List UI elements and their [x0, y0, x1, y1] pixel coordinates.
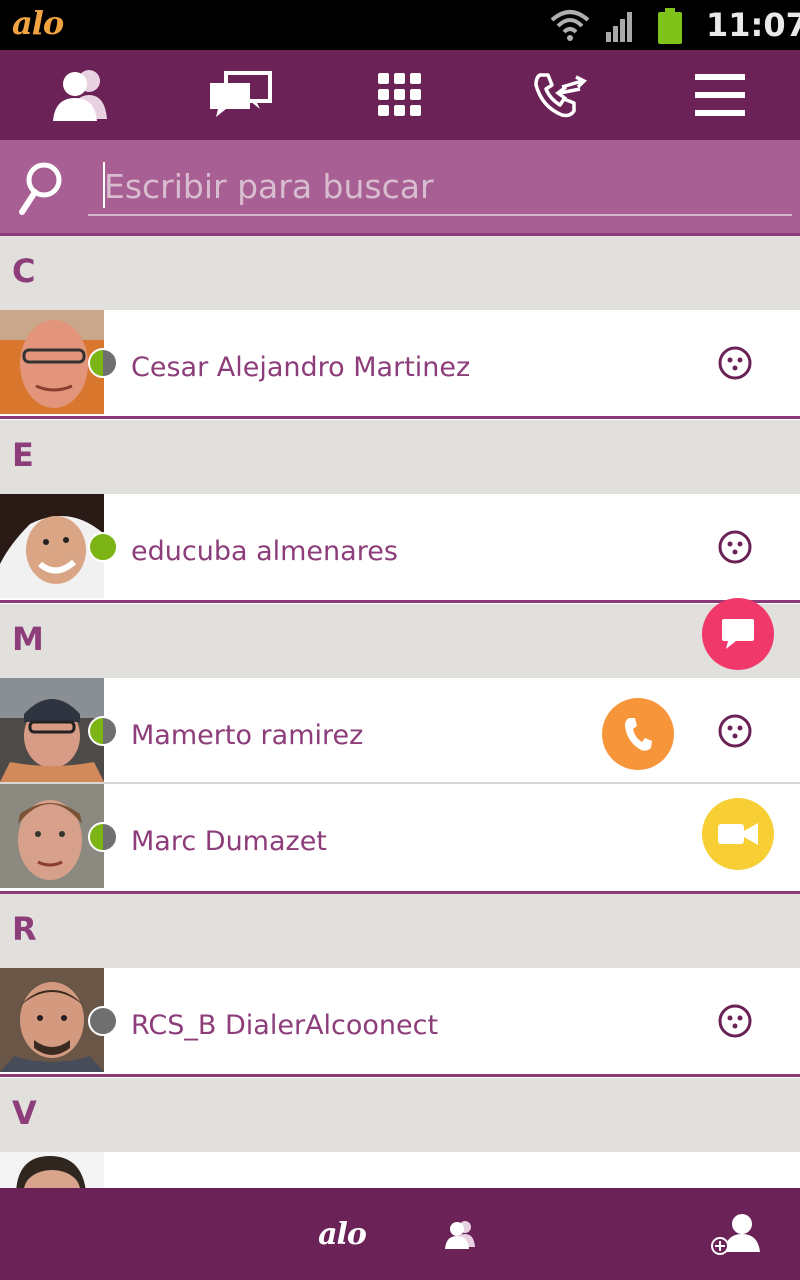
contact-name: educuba almenares: [131, 536, 398, 567]
section-letter: C: [12, 252, 36, 290]
tab-dialpad[interactable]: [340, 50, 460, 140]
search-bar: [0, 140, 800, 236]
contact-row[interactable]: RCS_B DialerAlcoonect: [0, 968, 800, 1077]
bottom-navigation: alo: [0, 1188, 800, 1280]
contact-row[interactable]: educuba almenares: [0, 494, 800, 603]
contact-name: Mamerto ramirez: [131, 720, 364, 751]
search-input[interactable]: [88, 158, 792, 216]
battery-icon: [658, 8, 682, 44]
presence-indicator: [88, 1006, 118, 1036]
video-call-button[interactable]: [702, 798, 774, 870]
section-header-r: R: [0, 894, 800, 968]
add-contact-button[interactable]: [706, 1188, 766, 1280]
presence-indicator: [88, 822, 118, 852]
presence-indicator: [88, 348, 118, 378]
contact-name: Cesar Alejandro Martinez: [131, 352, 471, 383]
dialpad-icon: [378, 73, 421, 116]
search-icon: [19, 162, 62, 215]
contact-name: RCS_B DialerAlcoonect: [131, 1010, 439, 1041]
status-bar: alo 11:07: [0, 0, 800, 50]
call-history-icon: [534, 73, 587, 118]
phone-icon: [625, 718, 652, 751]
wifi-icon: [550, 10, 590, 41]
video-icon: [718, 823, 758, 845]
contact-row[interactable]: Cesar Alejandro Martinez: [0, 310, 800, 419]
tab-call-history[interactable]: [500, 50, 620, 140]
more-options-icon[interactable]: [718, 530, 752, 564]
top-navigation: [0, 50, 800, 140]
tab-contacts[interactable]: [20, 50, 140, 140]
more-options-icon[interactable]: [718, 346, 752, 380]
contact-row[interactable]: Mamerto ramirez: [0, 678, 800, 784]
section-header-v: V: [0, 1078, 800, 1152]
contact-name: Marc Dumazet: [131, 826, 327, 857]
section-letter: R: [12, 910, 37, 948]
more-options-icon[interactable]: [718, 1004, 752, 1038]
clock: 11:07: [706, 6, 800, 44]
section-letter: E: [12, 436, 34, 474]
alo-home-button[interactable]: alo: [312, 1188, 372, 1280]
text-cursor: [103, 162, 105, 208]
avatar: [0, 1152, 104, 1192]
chat-icon: [210, 71, 272, 117]
presence-indicator: [88, 716, 118, 746]
menu-button[interactable]: [660, 50, 780, 140]
signal-icon: [606, 12, 632, 42]
message-button[interactable]: [702, 598, 774, 670]
section-header-m: M: [0, 604, 800, 678]
contact-row[interactable]: Marc Dumazet: [0, 784, 800, 894]
contacts-group-button[interactable]: [432, 1188, 488, 1280]
section-letter: V: [12, 1094, 37, 1132]
more-options-icon[interactable]: [718, 714, 752, 748]
call-button[interactable]: [602, 698, 674, 770]
presence-indicator: [88, 532, 118, 562]
contact-row[interactable]: [0, 1152, 800, 1192]
message-icon: [722, 619, 754, 649]
section-header-c: C: [0, 236, 800, 310]
contacts-group-icon: [445, 1221, 475, 1249]
alo-logo: alo: [318, 1216, 367, 1252]
add-contact-icon: [711, 1214, 760, 1255]
contacts-icon: [53, 70, 107, 121]
section-header-e: E: [0, 420, 800, 494]
menu-icon: [695, 74, 745, 116]
tab-chat[interactable]: [180, 50, 300, 140]
section-letter: M: [12, 620, 44, 658]
app-logo: alo: [12, 4, 64, 42]
